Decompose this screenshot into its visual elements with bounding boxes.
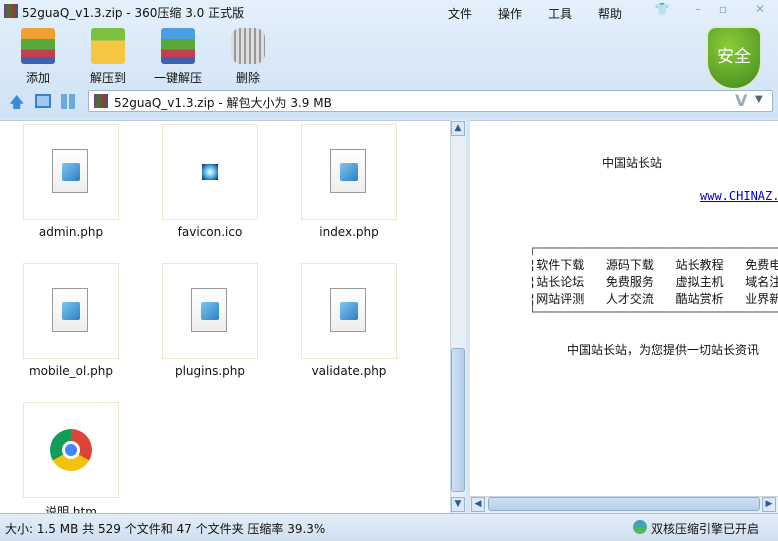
php-file-icon: [52, 149, 88, 193]
file-name: admin.php: [38, 225, 104, 239]
php-file-icon: [191, 288, 227, 332]
header: 52guaQ_v1.3.zip - 360压缩 3.0 正式版 文件 操作 工具…: [0, 0, 778, 118]
add-archive-icon: [21, 28, 55, 64]
verify-icon[interactable]: V: [735, 91, 747, 110]
window-title: 52guaQ_v1.3.zip - 360压缩 3.0 正式版: [22, 6, 245, 20]
preview-heading: 中国站长站: [602, 156, 663, 170]
app-icon: [4, 4, 18, 18]
menu-tools[interactable]: 工具: [548, 5, 572, 22]
menu-file[interactable]: 文件: [448, 5, 472, 22]
file-item[interactable]: [23, 402, 119, 498]
favicon-icon: [202, 164, 218, 180]
address-text: 52guaQ_v1.3.zip - 解包大小为 3.9 MB: [114, 96, 332, 110]
preview-tagline: 中国站长站，为您提供一切站长资讯: [567, 343, 760, 357]
scroll-up-button[interactable]: ▲: [451, 121, 465, 136]
php-file-icon: [52, 288, 88, 332]
engine-status: 双核压缩引擎已开启: [651, 522, 760, 536]
menu-help[interactable]: 帮助: [598, 5, 622, 22]
preview-box-bottom: └──────────────────────────────────────: [529, 305, 778, 319]
minimize-button[interactable]: –: [688, 2, 708, 18]
add-label: 添加: [25, 71, 50, 85]
delete-button[interactable]: 删除: [213, 28, 283, 86]
file-name: plugins.php: [174, 364, 246, 378]
preview-pane: 中国站长站 www.CHINAZ. ┌─────────────────────…: [470, 120, 778, 513]
skin-icon[interactable]: 👕: [652, 2, 672, 18]
horizontal-scroll-thumb[interactable]: [488, 497, 760, 511]
delete-label: 删除: [235, 71, 260, 85]
one-click-extract-icon: [161, 28, 195, 64]
maximize-button[interactable]: ▫: [713, 2, 733, 18]
preview-box-top: ┌──────────────────────────────────────: [529, 241, 778, 255]
file-name: validate.php: [311, 364, 387, 378]
file-item[interactable]: [23, 124, 119, 220]
address-bar[interactable]: 52guaQ_v1.3.zip - 解包大小为 3.9 MB V ▼: [88, 90, 773, 112]
extract-to-icon: [91, 28, 125, 64]
preview-row: ¦软件下载 源码下载 站长教程 免费电: [529, 258, 778, 272]
scroll-left-button[interactable]: ◀: [471, 497, 485, 512]
menu-operate[interactable]: 操作: [498, 5, 522, 22]
thumbnail-view-icon[interactable]: [61, 94, 76, 109]
file-item[interactable]: [162, 124, 258, 220]
vertical-scroll-thumb[interactable]: [451, 348, 465, 492]
engine-icon: [633, 520, 647, 534]
one-click-extract-button[interactable]: 一键解压: [143, 28, 213, 86]
file-name: mobile_ol.php: [28, 364, 114, 378]
close-button[interactable]: ✕: [750, 2, 770, 18]
detail-view-icon[interactable]: [35, 94, 51, 108]
php-file-icon: [330, 288, 366, 332]
extract-to-label: 解压到: [89, 71, 126, 85]
one-click-extract-label: 一键解压: [153, 71, 202, 85]
trash-icon: [231, 28, 265, 64]
file-item[interactable]: [23, 263, 119, 359]
preview-row: ¦站长论坛 免费服务 虚拟主机 域名注: [529, 275, 778, 289]
file-name: index.php: [319, 225, 379, 239]
status-summary: 大小: 1.5 MB 共 529 个文件和 47 个文件夹 压缩率 39.3%: [5, 522, 326, 536]
security-shield[interactable]: 安全: [706, 26, 762, 90]
scroll-down-button[interactable]: ▼: [451, 497, 465, 512]
extract-to-button[interactable]: 解压到: [73, 28, 143, 86]
scroll-right-button[interactable]: ▶: [762, 497, 776, 512]
preview-link[interactable]: www.CHINAZ.: [700, 189, 778, 203]
dropdown-arrow-icon[interactable]: ▼: [755, 94, 763, 105]
file-name: favicon.ico: [177, 225, 243, 239]
file-item[interactable]: [162, 263, 258, 359]
file-item[interactable]: [301, 124, 397, 220]
chrome-icon: [50, 429, 92, 471]
archive-icon: [94, 94, 108, 108]
up-arrow-icon[interactable]: 🡅: [9, 92, 24, 117]
status-bar: 大小: 1.5 MB 共 529 个文件和 47 个文件夹 压缩率 39.3% …: [0, 513, 778, 541]
file-item[interactable]: [301, 263, 397, 359]
php-file-icon: [330, 149, 366, 193]
add-button[interactable]: 添加: [3, 28, 73, 86]
